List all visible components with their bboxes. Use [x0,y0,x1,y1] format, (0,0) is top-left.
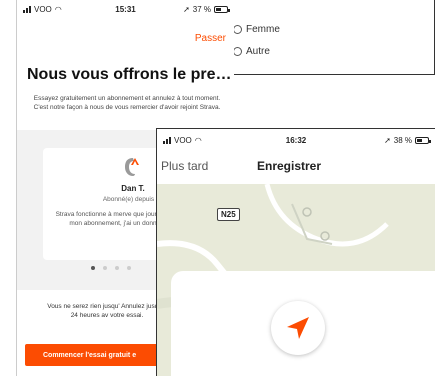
road-label: N25 [217,208,240,221]
record-screen: VOO ◠ 16:32 ➚ 38 % Plus tard Enregistrer… [156,128,435,376]
battery-icon [415,137,431,144]
carousel-dot[interactable] [127,266,131,270]
page-title: Enregistrer [257,159,322,173]
battery-percent: 38 % [393,136,412,145]
location-icon: ➚ [384,136,391,145]
navigation-arrow-icon [287,317,309,339]
page-title: Nous vous offrons le pre… [27,66,232,83]
gender-option-femme[interactable]: Femme [233,24,280,35]
status-right: ➚ 37 % [183,5,230,14]
location-icon: ➚ [183,5,190,14]
locate-button[interactable] [271,301,325,355]
gender-option-label: Femme [246,24,280,35]
gender-option-autre[interactable]: Autre [233,46,270,57]
battery-icon [214,6,230,13]
status-bar: VOO ◠ 15:31 ➚ 37 % [17,0,234,18]
record-panel [171,271,435,376]
radio-icon[interactable] [233,25,242,34]
radio-icon[interactable] [233,47,242,56]
intro-text: Essayez gratuitement un abonnement et an… [33,95,221,111]
billing-footnote: Vous ne serez rien jusqu' Annulez jusqu'… [47,303,167,319]
carousel-dot[interactable] [103,266,107,270]
gender-option-label: Autre [246,46,270,57]
strava-badge-icon [125,158,139,176]
status-bar: VOO ◠ 16:32 ➚ 38 % [157,131,435,149]
carousel-dots[interactable] [91,266,131,270]
navigation-bar: Plus tard Enregistrer [157,151,435,181]
carousel-dot[interactable] [115,266,119,270]
status-right: ➚ 38 % [384,136,431,145]
skip-button[interactable]: Passer [195,33,226,44]
gender-picker-panel: Femme Autre [228,0,435,75]
battery-percent: 37 % [192,5,211,14]
later-button[interactable]: Plus tard [161,159,208,173]
carousel-dot[interactable] [91,266,95,270]
